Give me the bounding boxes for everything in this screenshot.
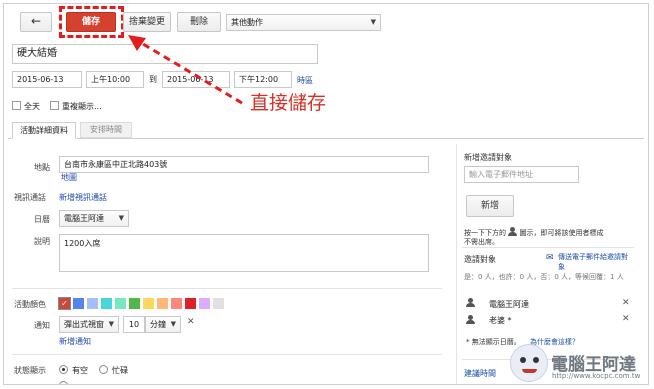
- color-swatch[interactable]: [101, 298, 112, 309]
- more-actions-value: 其他動作: [231, 18, 263, 27]
- remove-notify-icon[interactable]: ✕: [187, 317, 195, 327]
- status-available-label: 有空: [72, 366, 88, 375]
- privacy-radio[interactable]: [59, 381, 68, 384]
- event-color-label: 活動顏色: [14, 300, 46, 309]
- chevron-down-icon: ▼: [170, 320, 176, 328]
- guests-section-title: 新增邀請對象: [464, 153, 512, 162]
- annotation-arrow: [128, 35, 243, 105]
- map-link[interactable]: 地圖: [61, 172, 77, 183]
- chevron-down-icon: ▼: [108, 320, 114, 328]
- guest-name: 電腦王阿達: [489, 300, 529, 309]
- add-video-link[interactable]: 新增視訊通話: [59, 192, 107, 203]
- status-busy-label: 忙碌: [112, 366, 128, 375]
- calendar-label: 日曆: [34, 215, 50, 224]
- color-swatch[interactable]: [185, 298, 196, 309]
- where-label: 地點: [34, 163, 50, 172]
- watermark-url: http://www.kocpc.com.tw: [552, 372, 641, 380]
- event-edit-page: ← 儲存 捨棄變更 刪除 其他動作 ▼ 硬大結婚 2015-06-13 上午10…: [3, 3, 649, 385]
- add-notify-link[interactable]: 新增通知: [59, 336, 91, 347]
- color-swatch-selected[interactable]: ✓: [58, 297, 71, 310]
- description-textarea[interactable]: 1200入席: [59, 234, 429, 272]
- timezone-link[interactable]: 時區: [297, 75, 313, 86]
- color-swatch[interactable]: [143, 298, 154, 309]
- notify-label: 通知: [34, 321, 50, 330]
- chevron-down-icon: ▼: [118, 214, 124, 222]
- notify-type-select[interactable]: 彈出式視窗 ▼: [59, 316, 119, 333]
- guest-footnote: * 無法顯示日曆。: [466, 338, 521, 346]
- calendar-value: 電腦王阿達: [64, 214, 104, 223]
- tab-details[interactable]: 活動詳細資料: [12, 122, 76, 139]
- repeat-label: 重複顯示...: [62, 102, 102, 111]
- color-swatch[interactable]: [157, 298, 168, 309]
- save-highlight-box: [59, 6, 124, 38]
- allday-label: 全天: [24, 102, 40, 111]
- notify-unit-value: 分鐘: [150, 320, 166, 329]
- color-swatch[interactable]: [115, 298, 126, 309]
- color-swatch[interactable]: [213, 298, 224, 309]
- color-swatch[interactable]: [73, 298, 84, 309]
- status-available-radio[interactable]: [59, 365, 68, 374]
- color-swatch[interactable]: [171, 298, 182, 309]
- add-guest-button[interactable]: 新增: [466, 195, 514, 217]
- rsvp-summary: 是：0 人，也許：0 人，否：0 人，等候回覆：1 人: [464, 273, 624, 281]
- repeat-checkbox[interactable]: [50, 101, 59, 110]
- status-busy-radio[interactable]: [99, 365, 108, 374]
- chevron-down-icon: ▼: [370, 18, 376, 26]
- notify-amount-input[interactable]: 10: [123, 316, 145, 333]
- description-label: 說明: [34, 237, 50, 246]
- guest-name: 老婆 *: [489, 316, 512, 325]
- calendar-select[interactable]: 電腦王阿達 ▼: [59, 210, 129, 227]
- suggest-time-link[interactable]: 建議時間: [464, 368, 496, 379]
- guest-hint-line2: 不需出席。: [464, 238, 499, 246]
- person-icon: [508, 227, 518, 236]
- mascot-logo: [510, 344, 548, 382]
- guest-email-input[interactable]: 輸入電子郵件地址: [464, 166, 579, 183]
- start-date-input[interactable]: 2015-06-13: [12, 71, 82, 88]
- color-swatch[interactable]: [199, 298, 210, 309]
- guest-person-icon[interactable]: [466, 298, 475, 307]
- back-arrow-icon: ←: [30, 14, 42, 28]
- remove-guest-icon[interactable]: ✕: [622, 298, 630, 308]
- notify-unit-select[interactable]: 分鐘 ▼: [145, 316, 181, 333]
- status-label: 狀態顯示: [14, 366, 46, 375]
- color-swatch[interactable]: [87, 298, 98, 309]
- allday-checkbox[interactable]: [12, 101, 21, 110]
- guest-person-icon[interactable]: [466, 315, 475, 324]
- notify-type-value: 彈出式視窗: [64, 320, 104, 329]
- color-swatch[interactable]: [129, 298, 140, 309]
- mail-icon[interactable]: ✉: [546, 253, 554, 263]
- annotation-label: 直接儲存: [250, 92, 327, 114]
- back-button[interactable]: ←: [20, 12, 52, 32]
- video-label: 視訊通話: [14, 193, 46, 202]
- email-guests-link[interactable]: 傳送電子郵件給邀請對象: [558, 252, 634, 272]
- tab-schedule[interactable]: 安排時間: [80, 122, 132, 138]
- remove-guest-icon[interactable]: ✕: [622, 314, 630, 324]
- guest-list-title: 邀請對象: [464, 255, 496, 264]
- where-input[interactable]: 台南市永康區中正北路403號: [59, 156, 429, 173]
